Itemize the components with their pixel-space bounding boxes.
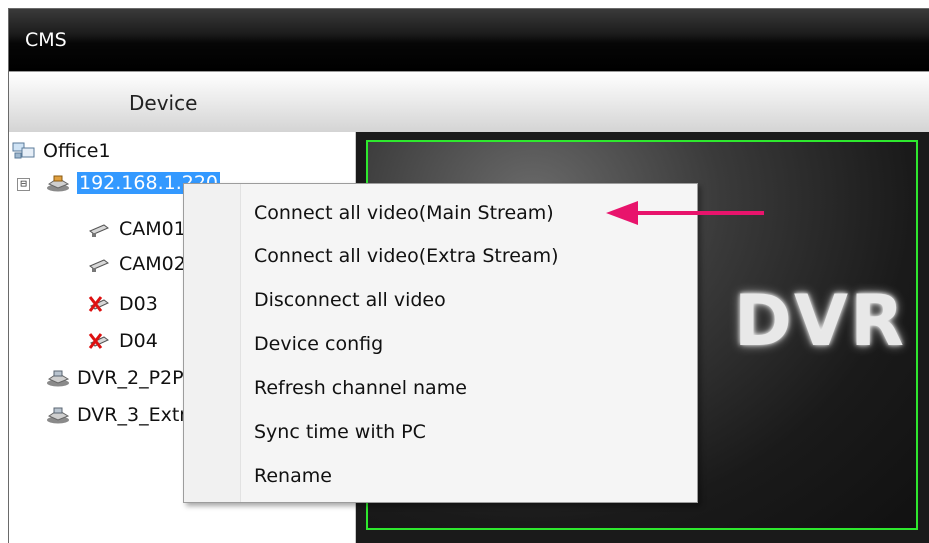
menu-item-connect-extra-stream[interactable]: Connect all video(Extra Stream) (242, 236, 695, 276)
camera-icon (87, 253, 113, 275)
dvr-device-icon (45, 172, 71, 194)
pointer-arrow-icon (606, 201, 764, 225)
tree-item-label: Office1 (43, 140, 111, 162)
tree-item-label: DVR_3_Extra (77, 404, 199, 426)
dvr-logo: DVR (733, 280, 906, 362)
tab-bar: Device (9, 71, 929, 133)
tree-item-label: CAM01 (119, 218, 186, 240)
tree-item-channel[interactable]: CAM01 (87, 214, 186, 244)
camera-disconnected-icon (87, 330, 113, 352)
tree-item-channel[interactable]: D03 (87, 289, 158, 319)
dvr-device-icon (45, 367, 71, 389)
menu-item-disconnect-all[interactable]: Disconnect all video (242, 280, 695, 320)
title-bar[interactable]: CMS (9, 9, 929, 71)
tree-item-label: CAM02 (119, 253, 186, 275)
camera-icon (87, 218, 113, 240)
dvr-device-icon (45, 404, 71, 426)
menu-icon-gutter (184, 184, 241, 502)
tab-device[interactable]: Device (129, 91, 197, 115)
camera-disconnected-icon (87, 293, 113, 315)
menu-item-device-config[interactable]: Device config (242, 324, 695, 364)
tree-item-office1[interactable]: Office1 (11, 136, 111, 166)
tree-item-label: D03 (119, 293, 158, 315)
menu-item-sync-time[interactable]: Sync time with PC (242, 412, 695, 452)
tree-item-channel[interactable]: CAM02 (87, 249, 186, 279)
menu-item-rename[interactable]: Rename (242, 456, 695, 496)
network-group-icon (11, 140, 37, 162)
tree-item-device[interactable]: DVR_3_Extra (45, 400, 199, 430)
tree-item-channel[interactable]: D04 (87, 326, 158, 356)
tree-item-label: D04 (119, 330, 158, 352)
window-title: CMS (25, 29, 67, 51)
context-menu: Connect all video(Main Stream) Connect a… (183, 183, 698, 503)
tree-item-device[interactable]: DVR_2_P2P (45, 363, 184, 393)
menu-item-refresh-channel-name[interactable]: Refresh channel name (242, 368, 695, 408)
tree-expander[interactable]: ⊟ (17, 178, 30, 191)
tree-item-label: DVR_2_P2P (77, 367, 184, 389)
